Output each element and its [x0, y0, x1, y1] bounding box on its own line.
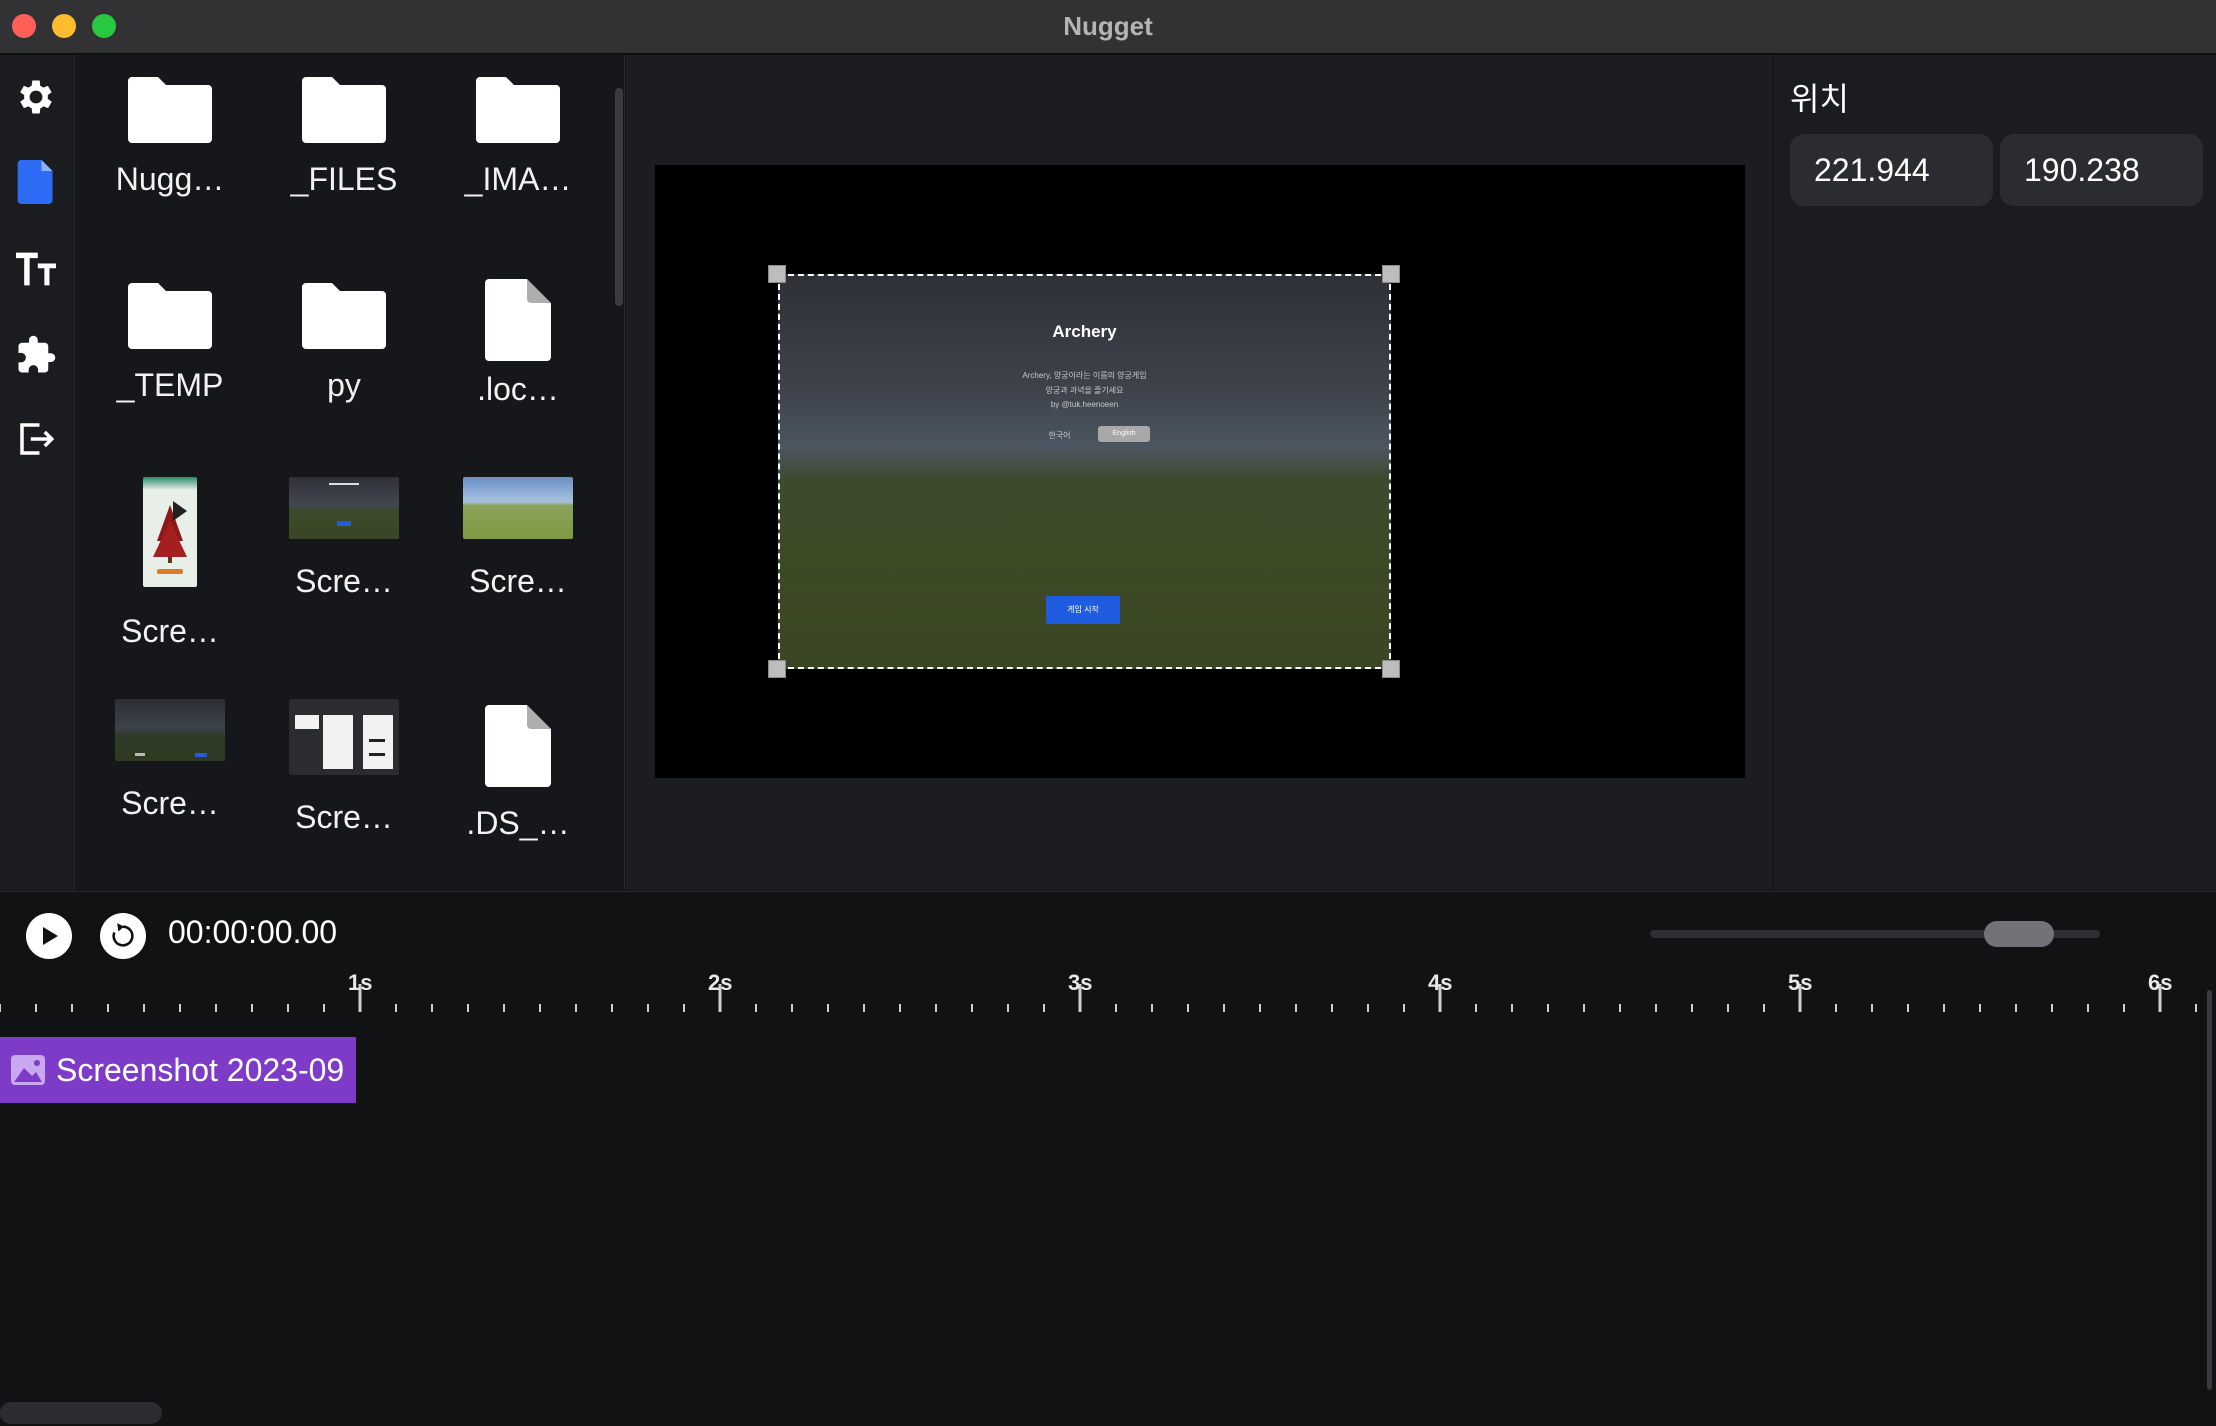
timecode: 00:00:00.00 [168, 914, 338, 950]
selection-box[interactable] [778, 274, 1391, 669]
file-item[interactable]: py [264, 283, 424, 404]
image-thumbnail [115, 699, 225, 761]
title-bar: Nugget [0, 0, 2216, 54]
tool-sidebar [0, 55, 75, 890]
tick-label: 5s [1788, 970, 1813, 995]
timeline-horizontal-scrollbar[interactable] [0, 1402, 162, 1424]
export-icon [20, 423, 55, 455]
tick-label: 6s [2148, 970, 2173, 995]
text-tool-button[interactable] [14, 247, 58, 291]
file-label: .DS_… [466, 805, 570, 841]
file-item[interactable]: .loc… [438, 279, 598, 408]
file-label: _IMA… [464, 161, 572, 197]
files-tab-button[interactable] [14, 160, 58, 204]
image-thumbnail [143, 477, 197, 587]
file-label: _TEMP [116, 367, 224, 403]
file-item[interactable]: Scre… [90, 477, 250, 650]
export-button[interactable] [14, 417, 58, 461]
file-browser-scrollbar[interactable] [615, 88, 623, 306]
rewind-button[interactable] [100, 913, 146, 959]
tick-label: 1s [348, 970, 373, 995]
folder-icon [128, 283, 212, 349]
document-icon [485, 279, 551, 361]
resize-handle-top-right[interactable] [1382, 265, 1400, 283]
file-label: .loc… [477, 371, 559, 407]
timeline-clip[interactable]: Screenshot 2023-09 [0, 1037, 356, 1103]
file-label: Nugg… [115, 161, 225, 197]
file-label: py [327, 367, 361, 403]
tick-label: 4s [1428, 970, 1453, 995]
file-item[interactable]: _IMA… [438, 77, 598, 198]
app-window: Nugget Nugg… _FILES _IMA… _TEMP py .loc…… [0, 0, 2216, 1426]
document-icon [485, 705, 551, 787]
file-label: Scre… [121, 785, 219, 821]
file-label: Scre… [295, 563, 393, 599]
play-icon [43, 927, 58, 945]
file-item[interactable]: Scre… [438, 477, 598, 600]
tick-label: 2s [708, 970, 733, 995]
rewind-icon [112, 923, 134, 947]
file-item[interactable]: Nugg… [90, 77, 250, 198]
file-label: Scre… [121, 613, 219, 649]
text-icon [16, 252, 56, 286]
file-label: _FILES [290, 161, 398, 197]
file-item[interactable]: _FILES [264, 77, 424, 198]
folder-icon [476, 77, 560, 143]
image-thumbnail [289, 477, 399, 539]
file-icon [17, 160, 53, 204]
position-y-input[interactable]: 190.238 [2000, 134, 2203, 206]
position-label: 위치 [1790, 81, 1849, 117]
file-browser: Nugg… _FILES _IMA… _TEMP py .loc… Scre… … [76, 55, 625, 890]
resize-handle-top-left[interactable] [768, 265, 786, 283]
file-item[interactable]: Scre… [90, 699, 250, 822]
folder-icon [302, 77, 386, 143]
gear-icon [20, 80, 52, 114]
file-item[interactable]: Scre… [264, 699, 424, 836]
window-title: Nugget [1063, 11, 1153, 41]
file-item[interactable]: .DS_… [438, 705, 598, 842]
zoom-slider-thumb[interactable] [1984, 921, 2055, 947]
timeline-ruler[interactable] [0, 968, 2216, 1012]
tick-label: 3s [1068, 970, 1093, 995]
image-thumbnail [289, 699, 399, 775]
file-item[interactable]: _TEMP [90, 283, 250, 404]
image-thumbnail [463, 477, 573, 539]
folder-icon [128, 77, 212, 143]
plugins-button[interactable] [14, 333, 58, 377]
timeline-vertical-scrollbar[interactable] [2207, 990, 2212, 1390]
image-icon [11, 1055, 45, 1085]
file-item[interactable]: Scre… [264, 477, 424, 600]
play-button[interactable] [26, 913, 72, 959]
clip-label: Screenshot 2023-09 [56, 1051, 345, 1088]
file-label: Scre… [295, 799, 393, 835]
resize-handle-bottom-left[interactable] [768, 660, 786, 678]
settings-button[interactable] [14, 75, 58, 119]
resize-handle-bottom-right[interactable] [1382, 660, 1400, 678]
puzzle-icon [18, 335, 56, 373]
position-x-input[interactable]: 221.944 [1790, 134, 1993, 206]
folder-icon [302, 283, 386, 349]
file-label: Scre… [469, 563, 567, 599]
